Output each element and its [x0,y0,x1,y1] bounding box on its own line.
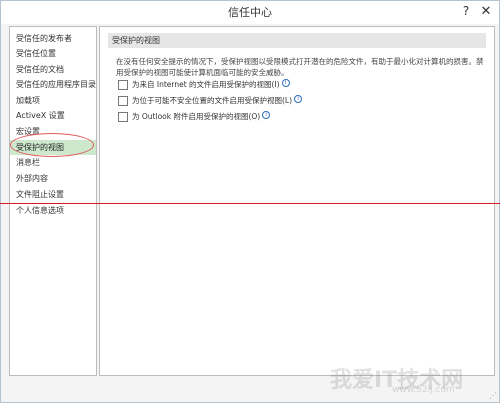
outlook-attachments-checkbox[interactable] [118,112,128,122]
dialog-title: 信任中心 [228,6,272,19]
unsafe-locations-checkbox[interactable] [118,96,128,106]
outlook-attachments-label: 为 Outlook 附件启用受保护的视图(O) [132,112,261,121]
internet-files-label: 为来自 Internet 的文件启用受保护的视图(I) [132,80,280,89]
sidebar-item-trusted-documents[interactable]: 受信任的文档 [10,62,96,77]
title-bar: 信任中心 ? ✕ [1,1,499,24]
help-button[interactable]: ? [457,4,475,19]
info-icon[interactable]: i [262,111,271,119]
section-title: 受保护的视图 [108,33,486,48]
info-icon[interactable]: i [281,79,290,87]
category-sidebar: 受信任的发布者 受信任位置 受信任的文档 受信任的应用程序目录 加载项 Acti… [9,26,97,376]
close-button[interactable]: ✕ [477,4,495,19]
sidebar-item-trusted-locations[interactable]: 受信任位置 [10,46,96,61]
annotation-red-line [0,203,500,204]
annotation-ellipse [10,133,94,157]
section-description: 在没有任何安全提示的情况下，受保护视图以受限模式打开潜在的危险文件，有助于最小化… [116,57,484,77]
trust-center-dialog: 信任中心 ? ✕ 受信任的发布者 受信任位置 受信任的文档 受信任的应用程序目录… [0,0,500,403]
option-outlook-attachments[interactable]: 为 Outlook 附件启用受保护的视图(O) i [118,111,478,123]
sidebar-item-activex[interactable]: ActiveX 设置 [10,108,96,123]
resize-grip-icon[interactable]: ⋰ [489,391,497,400]
option-unsafe-locations[interactable]: 为位于可能不安全位置的文件启用受保护视图(L) i [118,95,478,107]
sidebar-item-privacy-options[interactable]: 个人信息选项 [10,203,96,218]
sidebar-item-add-ins[interactable]: 加载项 [10,93,96,108]
option-internet-files[interactable]: 为来自 Internet 的文件启用受保护的视图(I) i [118,79,478,91]
sidebar-item-trusted-app-catalogs[interactable]: 受信任的应用程序目录 [10,77,96,92]
sidebar-item-trusted-publishers[interactable]: 受信任的发布者 [10,31,96,46]
unsafe-locations-label: 为位于可能不安全位置的文件启用受保护视图(L) [132,96,293,105]
internet-files-checkbox[interactable] [118,80,128,90]
dialog-body: 受信任的发布者 受信任位置 受信任的文档 受信任的应用程序目录 加载项 Acti… [1,24,499,402]
sidebar-item-file-block[interactable]: 文件阻止设置 [10,187,96,202]
sidebar-item-external-content[interactable]: 外部内容 [10,171,96,186]
sidebar-item-message-bar[interactable]: 消息栏 [10,155,96,170]
watermark-url: www.52ij.com [392,385,455,395]
settings-panel: 受保护的视图 在没有任何安全提示的情况下，受保护视图以受限模式打开潜在的危险文件… [99,26,495,376]
info-icon[interactable]: i [294,95,303,103]
